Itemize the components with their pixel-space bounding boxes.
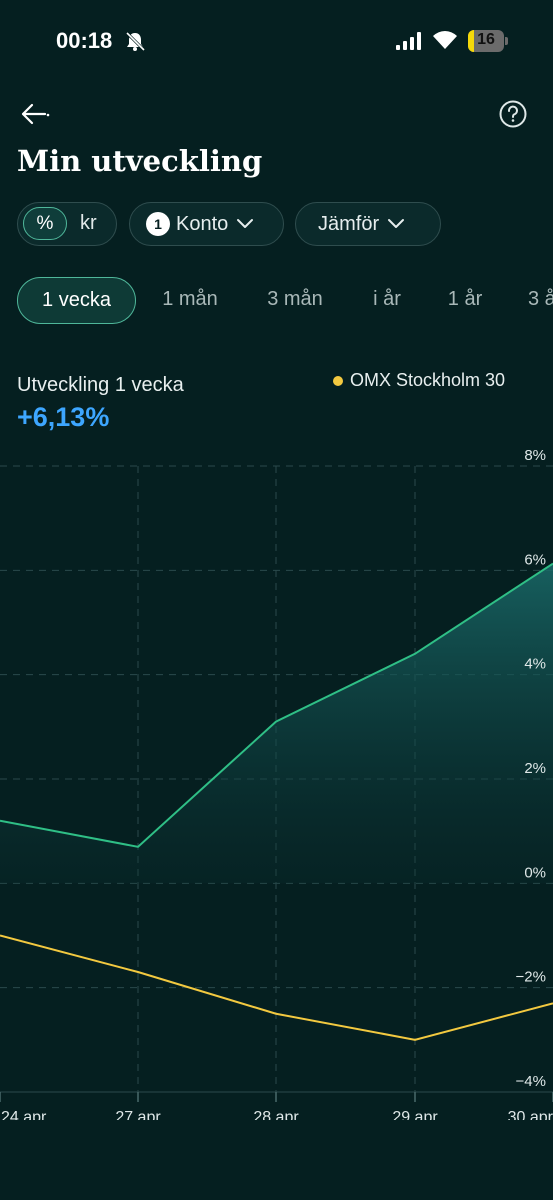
period-tab-i-ar[interactable]: i år bbox=[362, 277, 412, 324]
compare-label: Jämför bbox=[318, 212, 380, 235]
bell-off-icon bbox=[125, 31, 146, 52]
wifi-icon bbox=[433, 31, 457, 49]
battery-cap bbox=[505, 37, 508, 45]
help-icon[interactable] bbox=[498, 99, 528, 129]
y-tick-label: 6% bbox=[524, 551, 546, 568]
account-count-badge: 1 bbox=[146, 212, 170, 236]
legend-label: OMX Stockholm 30 bbox=[350, 370, 506, 390]
x-tick-label: 24 apr bbox=[1, 1109, 47, 1120]
period-tab-3-man[interactable]: 3 mån bbox=[255, 277, 335, 324]
chevron-down-icon bbox=[388, 219, 405, 228]
period-tab-1-vecka[interactable]: 1 vecka bbox=[17, 277, 136, 324]
y-tick-label: 2% bbox=[524, 760, 546, 777]
x-tick-label: 29 apr bbox=[392, 1109, 438, 1120]
status-time: 00:18 bbox=[56, 28, 113, 53]
status-bar: 00:18 16 bbox=[0, 0, 553, 80]
period-tab-3-ar[interactable]: 3 år bbox=[528, 277, 553, 324]
y-tick-label: 0% bbox=[524, 864, 546, 881]
period-tab-1-man[interactable]: 1 mån bbox=[150, 277, 230, 324]
back-arrow-icon[interactable] bbox=[18, 98, 52, 130]
x-tick-label: 27 apr bbox=[115, 1109, 161, 1120]
page-title: Min utveckling bbox=[17, 144, 263, 178]
battery-level: 16 bbox=[477, 31, 495, 48]
y-tick-label: −2% bbox=[516, 969, 546, 986]
account-filter-button[interactable]: 1 Konto bbox=[129, 202, 284, 246]
battery-icon: 16 bbox=[468, 30, 504, 52]
y-tick-label: 4% bbox=[524, 656, 546, 673]
account-filter-label: Konto bbox=[176, 212, 229, 235]
y-tick-label: 8% bbox=[524, 447, 546, 464]
y-tick-label: −4% bbox=[516, 1073, 546, 1090]
compare-button[interactable]: Jämför bbox=[295, 202, 441, 246]
chevron-down-icon bbox=[237, 219, 254, 228]
period-tab-1-ar[interactable]: 1 år bbox=[440, 277, 490, 324]
x-tick-label: 30 apr bbox=[508, 1109, 553, 1120]
x-tick-label: 28 apr bbox=[253, 1109, 299, 1120]
return-value: +6,13% bbox=[17, 402, 110, 432]
legend: OMX Stockholm 30 bbox=[333, 370, 505, 391]
period-tabs: 1 vecka 1 mån 3 mån i år 1 år 3 år bbox=[0, 277, 553, 325]
unit-percent-option[interactable]: % bbox=[23, 207, 67, 240]
performance-chart[interactable]: 8% 6% 4% 2% 0% −2% −4% 24 apr 27 apr 28 apr 29 apr… bbox=[0, 440, 553, 1120]
signal-icon bbox=[396, 32, 421, 50]
unit-toggle: % kr bbox=[17, 202, 117, 246]
legend-dot bbox=[333, 375, 343, 386]
unit-kr-option[interactable]: kr bbox=[80, 212, 97, 235]
chart-heading: Utveckling 1 vecka bbox=[17, 374, 184, 396]
